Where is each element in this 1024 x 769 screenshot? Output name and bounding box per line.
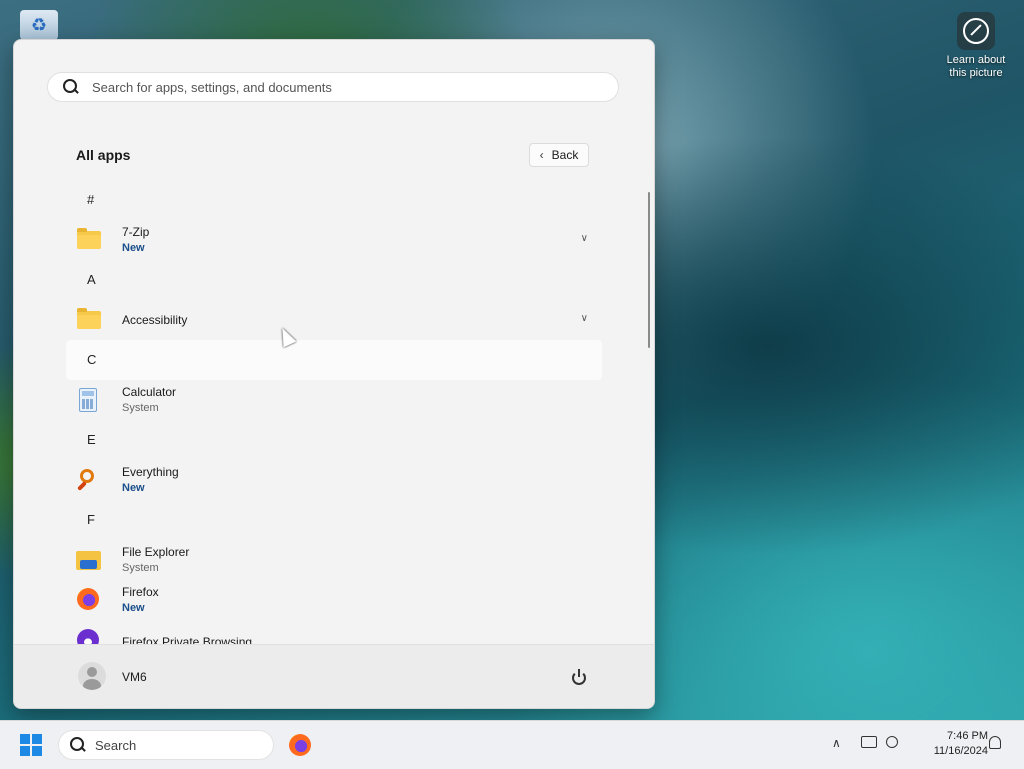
learn-about-picture[interactable]: Learn about this picture: [940, 12, 1012, 80]
app-sub: New: [122, 242, 145, 254]
notification-bell-icon[interactable]: [989, 736, 1001, 749]
camera-icon: [957, 12, 995, 50]
scrollbar-thumb[interactable]: [648, 192, 650, 348]
firefox-private-icon: [76, 628, 102, 644]
folder-icon: [76, 307, 102, 333]
folder-icon: [76, 227, 102, 253]
clock-date: 11/16/2024: [933, 745, 988, 757]
letter-header[interactable]: E: [66, 420, 602, 460]
back-button[interactable]: ‹ Back: [529, 143, 589, 167]
start-search-box[interactable]: [47, 72, 619, 102]
start-footer: VM6: [14, 644, 654, 708]
letter-header[interactable]: #: [66, 180, 602, 220]
user-name[interactable]: VM6: [122, 670, 147, 684]
search-icon: [69, 736, 87, 754]
app-name: Everything: [122, 465, 179, 479]
app-name: 7-Zip: [122, 225, 150, 239]
start-menu: All apps ‹ Back # 7-Zip New ∨ A Accessib…: [13, 39, 655, 709]
taskbar-search[interactable]: Search: [58, 730, 274, 760]
learn-label-line2: this picture: [949, 67, 1003, 79]
start-search-input[interactable]: [90, 78, 574, 96]
user-avatar-icon[interactable]: [78, 662, 106, 690]
taskbar-search-label: Search: [95, 737, 137, 753]
app-name: Firefox Private Browsing: [122, 635, 253, 644]
app-sub: New: [122, 482, 145, 494]
app-sub: New: [122, 602, 145, 614]
all-apps-title: All apps: [76, 147, 131, 163]
firefox-icon: [76, 587, 102, 613]
app-item-firefox[interactable]: Firefox New: [66, 580, 602, 620]
letter-header[interactable]: C: [66, 340, 602, 380]
letter-header[interactable]: A: [66, 260, 602, 300]
app-name: Accessibility: [122, 313, 188, 327]
app-item-7zip[interactable]: 7-Zip New ∨: [66, 220, 602, 260]
back-button-label: Back: [551, 148, 579, 162]
volume-icon[interactable]: [886, 736, 898, 748]
clock-time: 7:46 PM: [947, 730, 988, 742]
windows-start-icon[interactable]: [20, 734, 42, 756]
firefox-taskbar-icon[interactable]: [289, 734, 311, 756]
chevron-up-icon[interactable]: ∧: [832, 736, 841, 750]
taskbar: Search ∧ 7:46 PM 11/16/2024: [0, 720, 1024, 769]
network-icon[interactable]: [861, 736, 877, 748]
everything-search-icon: [76, 467, 102, 493]
file-explorer-icon: [76, 547, 102, 573]
chevron-down-icon[interactable]: ∨: [581, 313, 588, 324]
chevron-down-icon[interactable]: ∨: [581, 233, 588, 244]
app-sub: System: [122, 402, 159, 414]
app-item-calculator[interactable]: Calculator System: [66, 380, 602, 420]
app-item-everything[interactable]: Everything New: [66, 460, 602, 500]
calculator-icon: [76, 387, 102, 413]
recycle-bin-icon[interactable]: ♻: [20, 10, 58, 40]
all-apps-list[interactable]: # 7-Zip New ∨ A Accessibility ∨ C Calcul…: [66, 180, 602, 644]
power-icon[interactable]: [570, 668, 588, 686]
clock[interactable]: 7:46 PM 11/16/2024: [912, 729, 988, 759]
app-name: File Explorer: [122, 545, 190, 559]
app-item-file-explorer[interactable]: File Explorer System: [66, 540, 602, 580]
app-name: Firefox: [122, 585, 159, 599]
learn-label-line1: Learn about: [946, 54, 1006, 66]
app-name: Calculator: [122, 385, 177, 399]
app-item-firefox-private[interactable]: Firefox Private Browsing: [66, 620, 602, 644]
app-item-accessibility[interactable]: Accessibility ∨: [66, 300, 602, 340]
letter-header[interactable]: F: [66, 500, 602, 540]
chevron-left-icon: ‹: [539, 148, 544, 162]
app-sub: System: [122, 562, 159, 574]
search-icon: [62, 78, 80, 96]
